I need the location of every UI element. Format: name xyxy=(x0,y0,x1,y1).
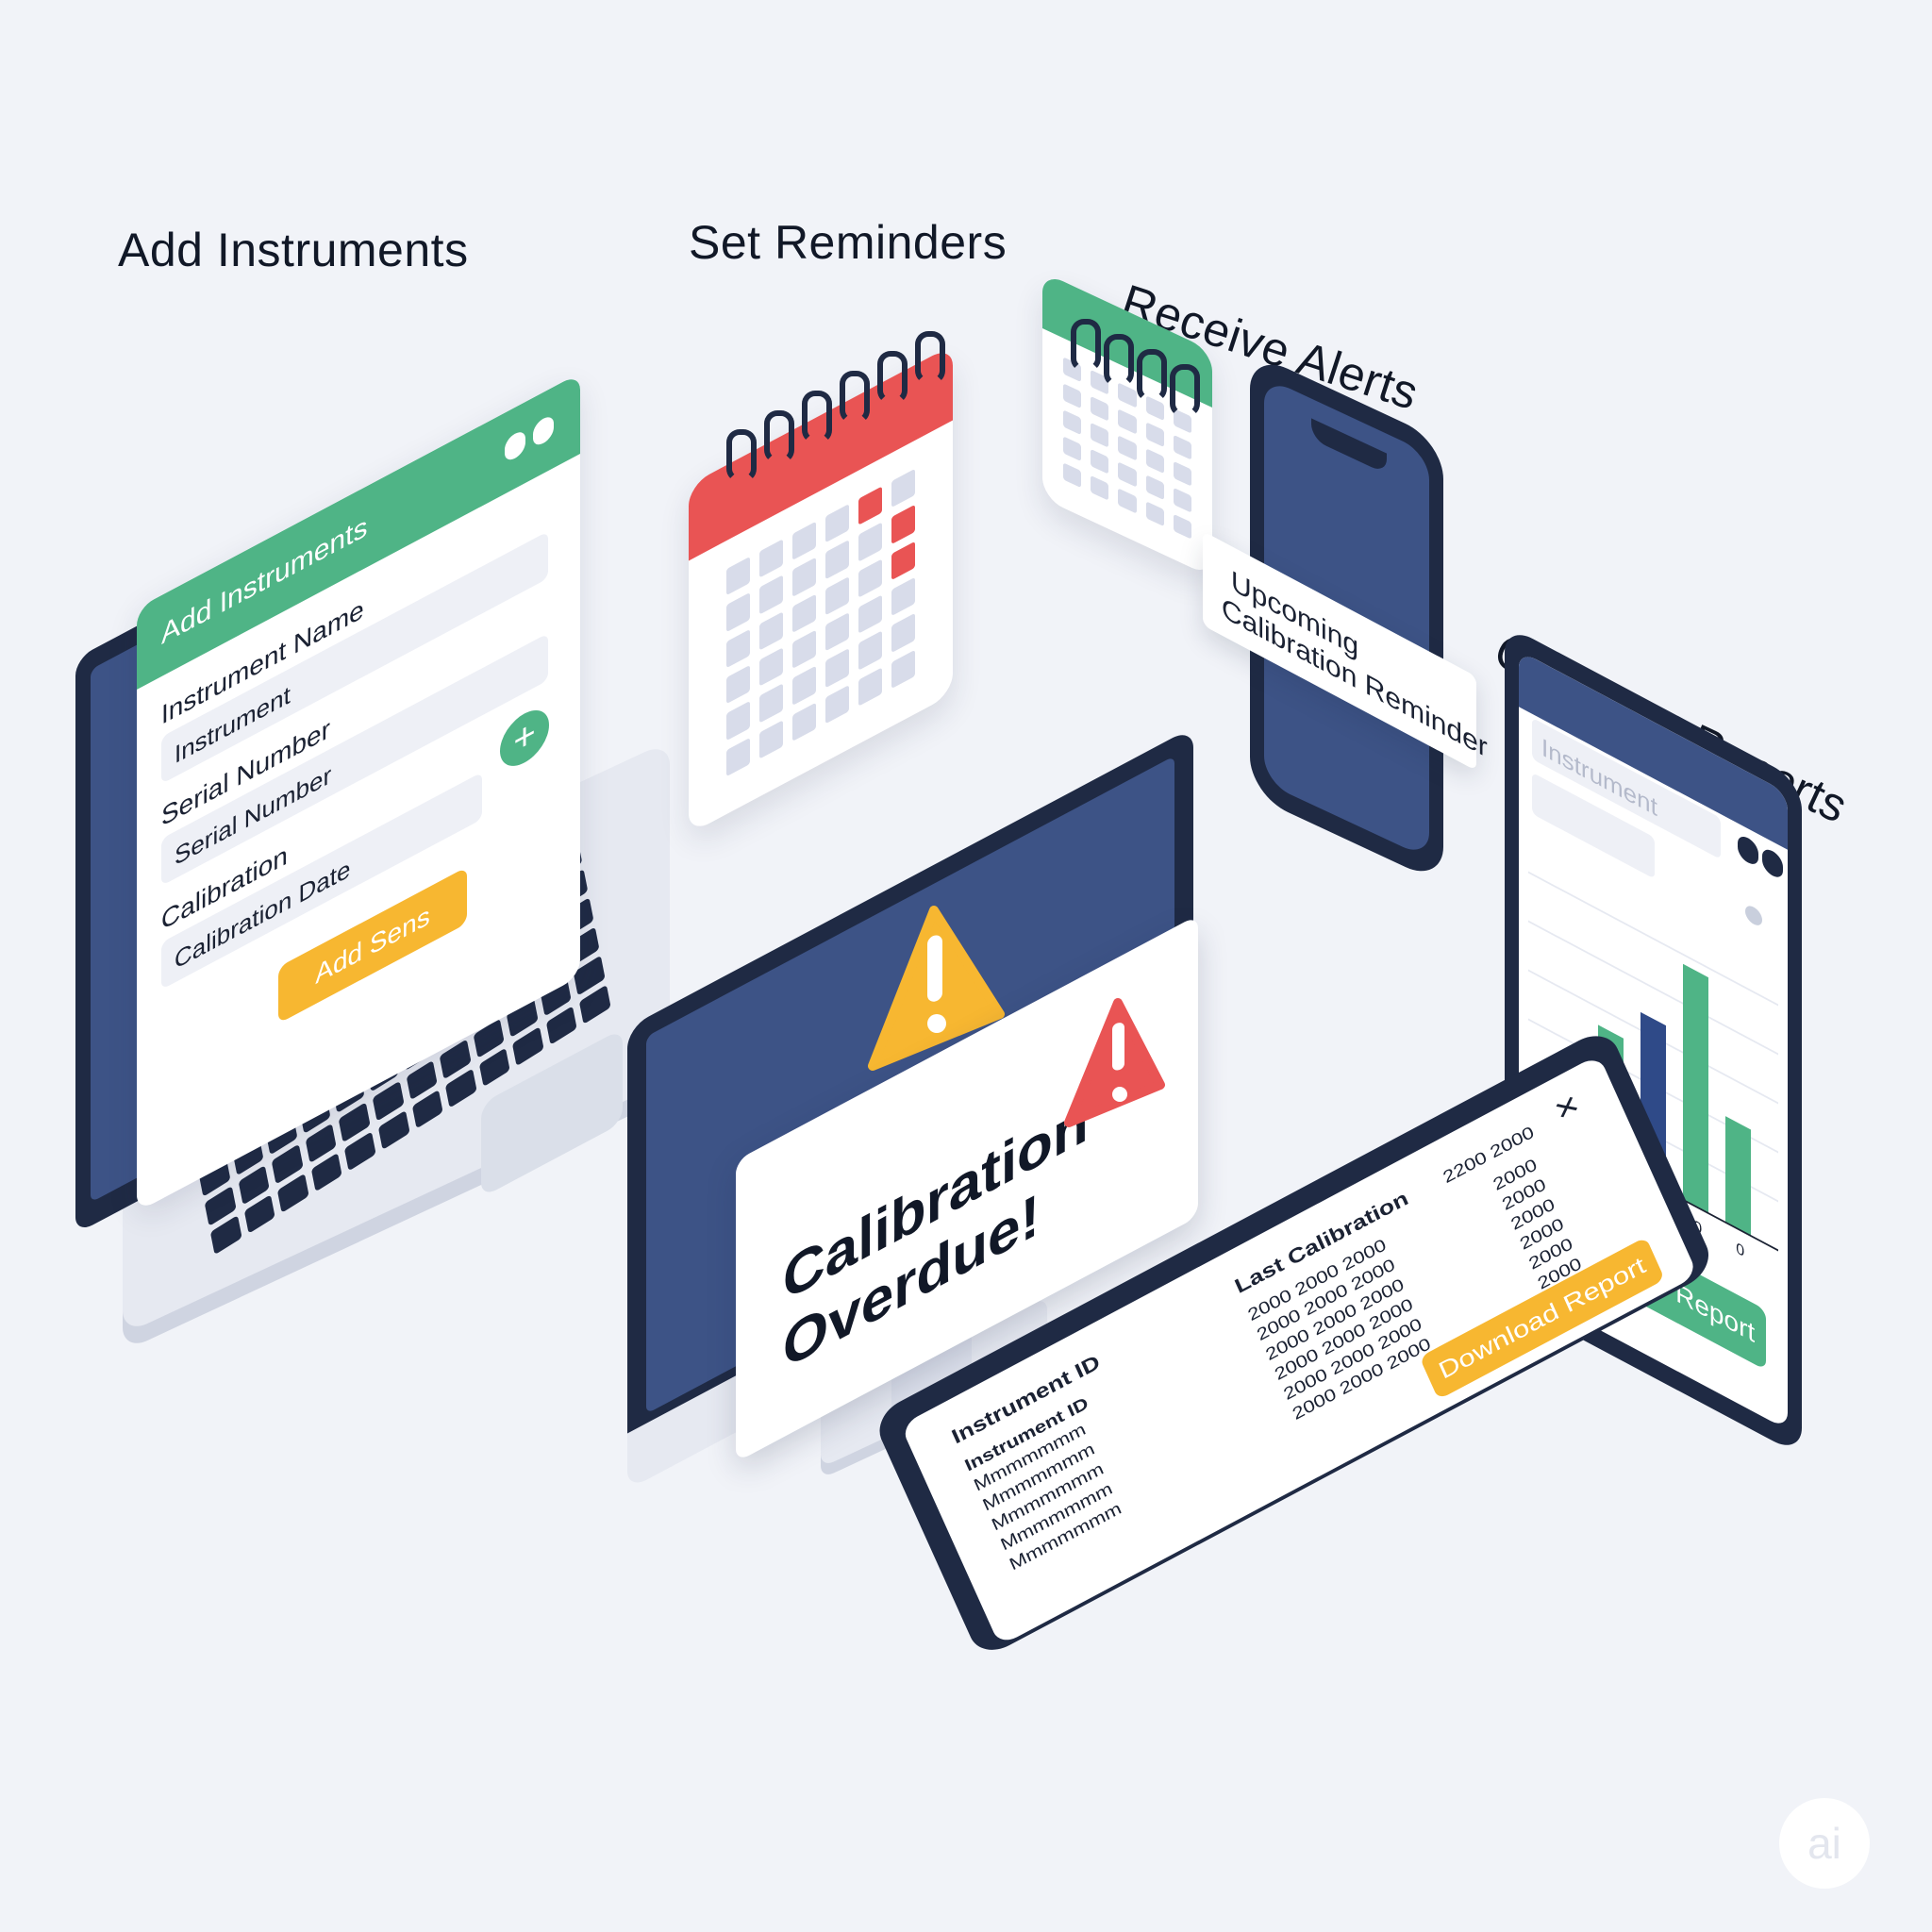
calendar-day xyxy=(1145,422,1164,448)
calendar-ring-icon xyxy=(915,331,945,384)
calendar-ring-icon xyxy=(1104,334,1134,387)
calendar-ring-icon xyxy=(726,429,757,482)
calendar-day xyxy=(1118,408,1137,435)
section-title-add-instruments: Add Instruments xyxy=(118,224,469,276)
chart-gridline xyxy=(1528,871,1778,1007)
close-icon[interactable]: ✕ xyxy=(1549,1089,1585,1128)
calendar-day xyxy=(825,504,849,543)
calendar-day xyxy=(858,486,882,526)
calendar-ring-icon xyxy=(764,410,794,463)
calendar-day xyxy=(792,557,816,597)
calendar-day xyxy=(825,540,849,579)
calendar-day xyxy=(825,575,849,616)
window-dot-icon xyxy=(1738,832,1758,869)
calendar-day xyxy=(726,664,750,705)
calendar-day xyxy=(792,521,816,561)
chart-tick-label: 0 xyxy=(1736,1240,1744,1261)
calendar-ring-icon xyxy=(1071,319,1101,372)
calendar-day xyxy=(759,719,783,759)
calendar-day xyxy=(1091,448,1109,475)
chart-bar xyxy=(1683,963,1708,1214)
calendar-day xyxy=(1063,462,1082,489)
calendar-ring-icon xyxy=(1137,349,1167,402)
filter-dot-icon xyxy=(1745,902,1762,929)
watermark-logo: ai xyxy=(1779,1798,1870,1889)
calendar-day xyxy=(891,505,915,544)
calendar-day xyxy=(759,539,783,578)
add-field-button[interactable]: + xyxy=(500,700,549,776)
calendar-day xyxy=(1173,434,1191,460)
calendar-day xyxy=(858,630,882,671)
window-dot-icon xyxy=(1762,845,1783,882)
calendar-day xyxy=(726,701,750,741)
calendar-day xyxy=(1173,460,1191,487)
calendar-day xyxy=(825,612,849,652)
calendar-day xyxy=(726,737,750,777)
calendar-day xyxy=(726,556,750,596)
calendar-day xyxy=(1091,475,1109,501)
calendar-day xyxy=(858,522,882,562)
calendar-day xyxy=(792,665,816,706)
calendar-ring-icon xyxy=(1170,364,1200,417)
window-dot-icon xyxy=(505,427,525,464)
calendar-ring-icon xyxy=(802,391,832,443)
calendar-day xyxy=(792,702,816,741)
calendar-day xyxy=(1145,475,1164,501)
calendar-day xyxy=(1145,448,1164,475)
calendar-day xyxy=(858,667,882,707)
calendar-day xyxy=(825,648,849,688)
calendar-day xyxy=(1118,488,1137,514)
calendar-day xyxy=(858,594,882,635)
calendar-day xyxy=(858,558,882,598)
calendar-day xyxy=(1145,501,1164,527)
calendar-day xyxy=(891,576,915,617)
calendar-day xyxy=(726,628,750,669)
calendar-ring-icon xyxy=(840,371,870,424)
calendar-day xyxy=(1091,422,1109,448)
calendar-day xyxy=(759,575,783,615)
calendar-day xyxy=(1173,487,1191,513)
warning-icon xyxy=(1064,998,1165,1127)
calendar-day xyxy=(726,592,750,632)
calendar-day xyxy=(891,541,915,581)
calendar-day xyxy=(1118,435,1137,461)
calendar-day xyxy=(1063,383,1082,409)
section-title-set-reminders: Set Reminders xyxy=(689,216,1008,269)
calendar-day xyxy=(759,647,783,687)
chart-bar xyxy=(1725,1116,1751,1237)
calendar-day xyxy=(891,613,915,653)
calendar-day xyxy=(1091,395,1109,422)
calendar-day xyxy=(1063,409,1082,436)
calendar-day xyxy=(891,468,915,508)
calendar-day xyxy=(792,629,816,670)
calendar-day xyxy=(1063,436,1082,462)
calendar-ring-icon xyxy=(877,351,908,404)
calendar-day xyxy=(1173,513,1191,540)
calendar-day xyxy=(891,649,915,690)
calendar-day xyxy=(759,610,783,651)
calendar-day xyxy=(1118,461,1137,488)
calendar-day xyxy=(759,683,783,724)
calendar-day xyxy=(825,684,849,724)
calendar-day xyxy=(792,593,816,633)
window-dot-icon xyxy=(533,412,554,449)
